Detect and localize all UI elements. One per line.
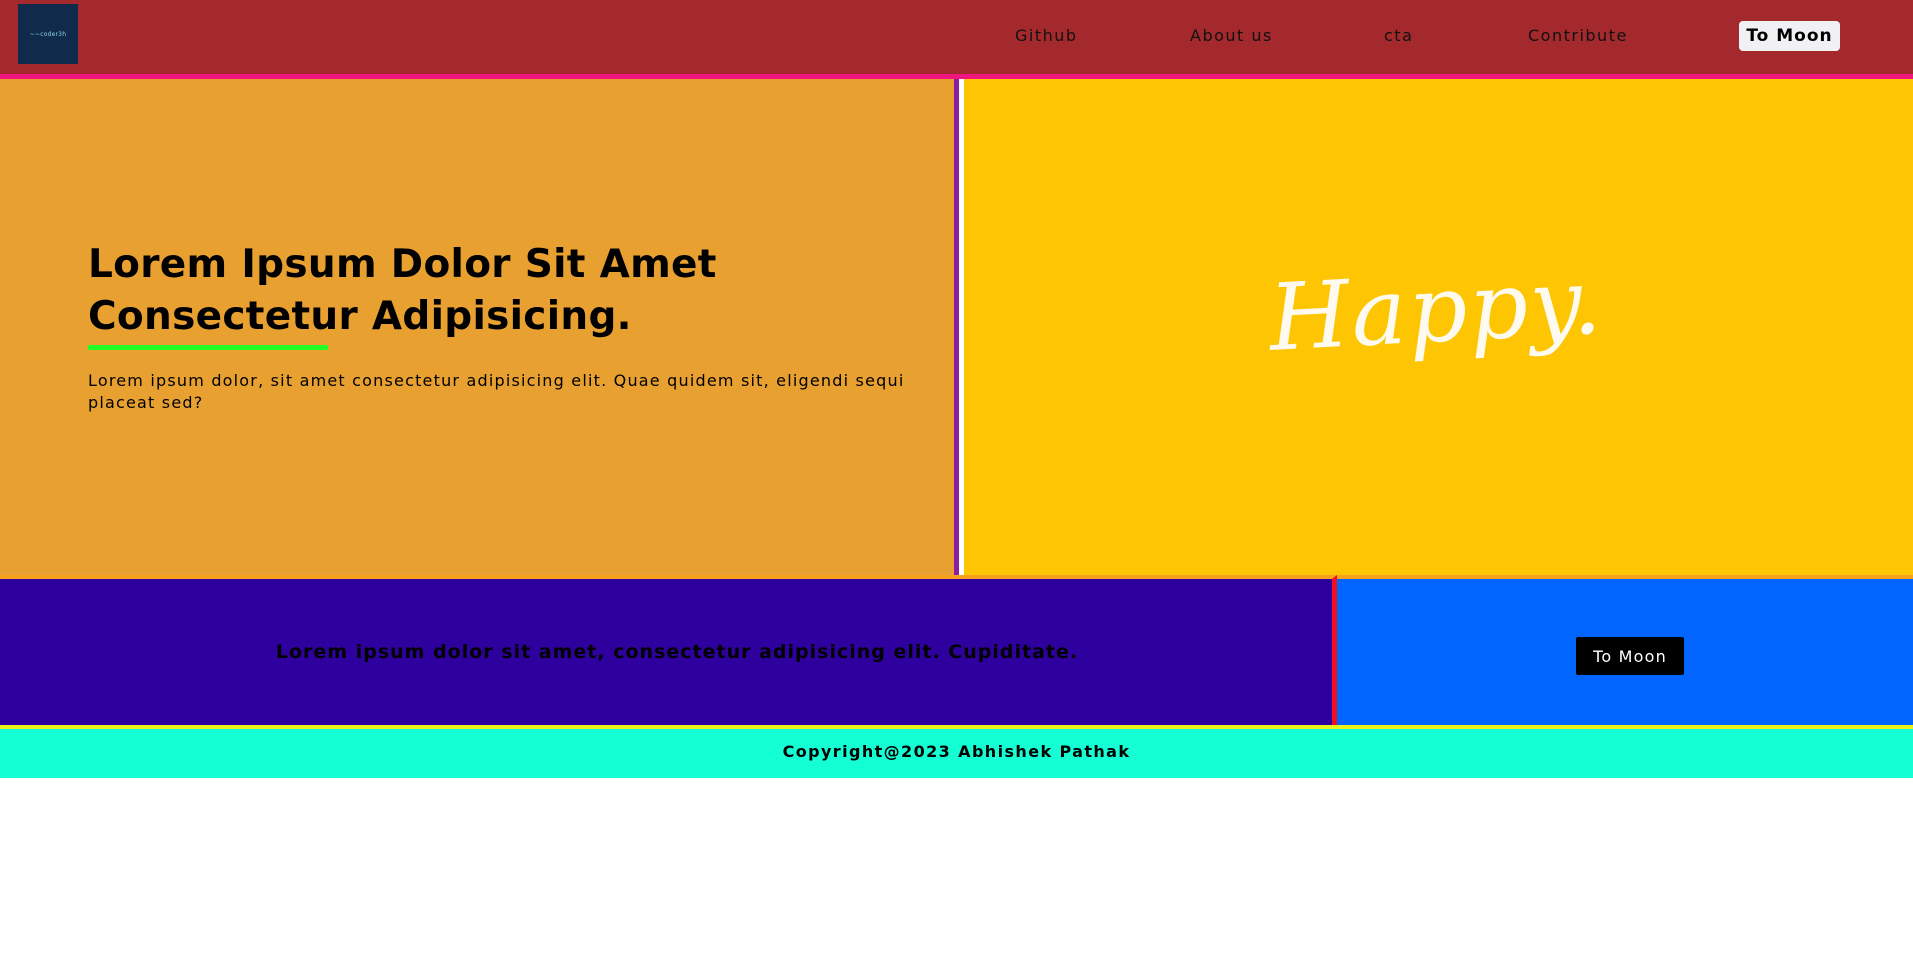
cta-button-panel: To Moon xyxy=(1337,575,1913,725)
site-header: ~~coder3h Github About us cta Contribute… xyxy=(0,0,1913,79)
nav-link-github[interactable]: Github xyxy=(1015,26,1078,45)
to-moon-cta-button[interactable]: To Moon xyxy=(1576,637,1684,675)
hero-title: Lorem Ipsum Dolor Sit Amet Consectetur A… xyxy=(88,242,717,339)
copyright-text: Copyright@2023 Abhishek Pathak xyxy=(782,742,1131,761)
hero-text-panel: Lorem Ipsum Dolor Sit Amet Consectetur A… xyxy=(0,79,959,575)
to-moon-nav-button[interactable]: To Moon xyxy=(1739,21,1840,51)
nav-link-about-us[interactable]: About us xyxy=(1190,26,1273,45)
nav-link-cta[interactable]: cta xyxy=(1384,26,1413,45)
cta-text: Lorem ipsum dolor sit amet, consectetur … xyxy=(275,641,1079,663)
hero-title-underline xyxy=(88,345,328,350)
logo-text: ~~coder3h xyxy=(29,30,67,38)
logo[interactable]: ~~coder3h xyxy=(18,4,78,64)
hero-image-panel: Happy. xyxy=(964,79,1913,575)
hero-subtitle: Lorem ipsum dolor, sit amet consectetur … xyxy=(88,371,905,412)
nav-link-contribute[interactable]: Contribute xyxy=(1528,26,1628,45)
happy-image: Happy. xyxy=(1266,246,1606,372)
site-footer: Copyright@2023 Abhishek Pathak xyxy=(0,725,1913,778)
cta-text-panel: Lorem ipsum dolor sit amet, consectetur … xyxy=(0,575,1337,725)
